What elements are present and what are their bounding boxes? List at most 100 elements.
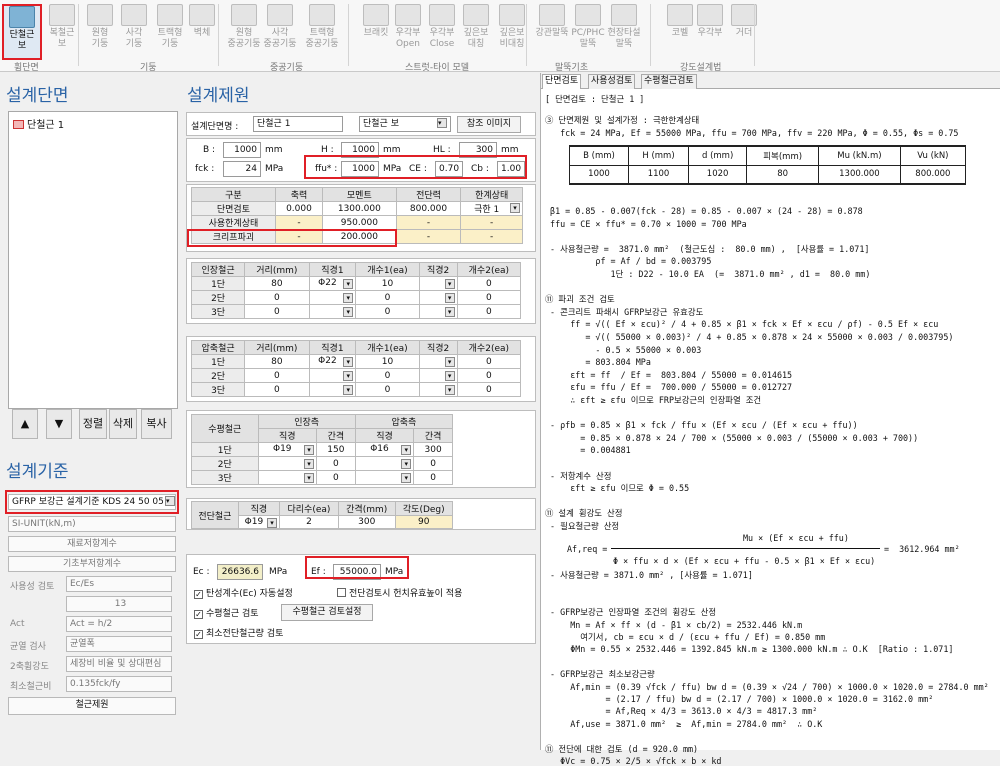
section-name-input[interactable]: 단철근 1 <box>253 116 343 132</box>
grid-cell-input[interactable]: 0 <box>456 304 522 319</box>
diameter-select[interactable]: Φ16 ▾ <box>354 442 415 457</box>
grid-cell-input[interactable]: 10 <box>355 354 420 369</box>
min-shear-checkbox[interactable]: ✓ 최소전단철근량 검토 <box>194 626 283 639</box>
crack-select[interactable]: 균열폭 <box>66 636 172 652</box>
rebar-spec-button[interactable]: 철근제원 <box>8 697 176 715</box>
grid-cell-input[interactable]: - <box>274 215 324 230</box>
grid-cell-input[interactable]: 0 <box>456 382 522 397</box>
grid-cell-input[interactable]: 0 <box>413 456 453 471</box>
diameter-select[interactable]: ▾ <box>257 456 318 471</box>
diameter-select[interactable]: ▾ <box>308 290 357 305</box>
grid-cell-input[interactable]: 800.000 <box>395 201 462 216</box>
grid-cell-input[interactable]: 0 <box>244 290 310 305</box>
diameter-select[interactable]: ▾ <box>354 470 415 485</box>
tab-section-check[interactable]: 단면검토 <box>542 74 582 89</box>
grid-cell-input[interactable]: 0 <box>244 368 310 383</box>
usability-number[interactable]: 13 <box>66 596 172 612</box>
grid-cell-input[interactable]: 0 <box>355 382 420 397</box>
grid-cell: 전단철근 <box>191 501 239 529</box>
b-input[interactable]: 1000 <box>223 142 261 158</box>
copy-button[interactable]: 복사 <box>141 409 172 439</box>
grid-cell-input[interactable]: 0 <box>355 304 420 319</box>
ribbon-button-8[interactable]: 사각 중공기둥 <box>260 4 300 60</box>
diameter-select[interactable]: ▾ <box>308 382 357 397</box>
grid-cell-input[interactable]: 0 <box>316 470 356 485</box>
unit-select[interactable]: SI-UNIT(kN,m) <box>8 516 176 532</box>
grid-cell-input[interactable]: 0 <box>355 368 420 383</box>
grid-cell-input[interactable]: 0.000 <box>274 201 324 216</box>
grid-cell-input[interactable]: 0 <box>456 368 522 383</box>
grid-cell-input[interactable]: 300 <box>413 442 453 457</box>
grid-cell-input[interactable]: 0 <box>413 470 453 485</box>
diameter-select[interactable]: ▾ <box>418 290 458 305</box>
elastic-auto-checkbox[interactable]: ✓ 탄성계수(Ec) 자동설정 <box>194 586 293 599</box>
diameter-select[interactable]: ▾ <box>418 368 458 383</box>
grid-cell-input[interactable]: 300 <box>337 515 396 529</box>
usability-select[interactable]: Ec/Es <box>66 576 172 592</box>
grid-cell-input[interactable]: 950.000 <box>322 215 397 230</box>
grid-cell-input[interactable]: 0 <box>456 276 522 291</box>
tab-horizontal-check[interactable]: 수평철근검토 <box>641 74 697 89</box>
diameter-select[interactable]: ▾ <box>418 276 458 291</box>
tree-item[interactable]: 단철근 1 <box>13 116 64 131</box>
member-type-select[interactable]: 단철근 보 ▾ <box>359 116 451 132</box>
ribbon-button-13[interactable]: 깊은보 대칭 <box>456 4 496 60</box>
delete-button[interactable]: 삭제 <box>109 409 137 439</box>
diameter-select[interactable]: ▾ <box>308 368 357 383</box>
grid-cell-input[interactable]: 0 <box>244 304 310 319</box>
diameter-select[interactable]: ▾ <box>354 456 415 471</box>
grid-cell-input[interactable]: 0 <box>456 354 522 369</box>
ec-input[interactable]: 26636.6 <box>217 564 263 580</box>
sort-button[interactable]: 정렬 <box>79 409 107 439</box>
ribbon-button-6[interactable]: 벽체 <box>182 4 222 60</box>
base-factor-button[interactable]: 기초부저항계수 <box>8 556 176 572</box>
diameter-select[interactable]: Φ22 ▾ <box>308 354 357 369</box>
diameter-select[interactable]: Φ22 ▾ <box>308 276 357 291</box>
ribbon-button-9[interactable]: 트랙형 중공기둥 <box>302 4 342 60</box>
grid-cell-input[interactable]: - <box>395 229 462 244</box>
reference-image-button[interactable]: 참조 이미지 <box>457 116 521 133</box>
grid-cell-input[interactable]: 80 <box>244 354 310 369</box>
ribbon-button-2[interactable]: 복철근 보 <box>42 4 82 60</box>
ribbon-button-4[interactable]: 사각 기둥 <box>114 4 154 60</box>
diameter-select[interactable]: Φ19 ▾ <box>257 442 318 457</box>
grid-cell-input[interactable]: - <box>395 215 462 230</box>
limit-state-select[interactable]: 극한 1 ▾ <box>460 201 523 216</box>
fck-input[interactable]: 24 <box>223 161 261 177</box>
grid-cell-input[interactable]: 0 <box>244 382 310 397</box>
diameter-select[interactable]: ▾ <box>418 304 458 319</box>
biaxial-select[interactable]: 세장비 비율 및 상대편심 <box>66 656 172 672</box>
horizontal-settings-button[interactable]: 수평철근 검토설정 <box>281 604 373 621</box>
horizontal-check-checkbox[interactable]: ✓ 수평철근 검토 <box>194 606 259 619</box>
grid-cell-input[interactable]: 0 <box>355 290 420 305</box>
ribbon-button-16[interactable]: PC/PHC 말뚝 <box>568 4 608 60</box>
member-icon <box>697 4 723 26</box>
grid-cell-input[interactable]: 150 <box>316 442 356 457</box>
move-down-button[interactable]: ▼ <box>46 409 72 439</box>
ribbon-button-15[interactable]: 강관말뚝 <box>532 4 572 60</box>
grid-cell-input[interactable]: - <box>460 215 523 230</box>
move-up-button[interactable]: ▲ <box>12 409 38 439</box>
ribbon-button-7[interactable]: 원형 중공기둥 <box>224 4 264 60</box>
grid-cell-input[interactable]: 1300.000 <box>322 201 397 216</box>
tab-usability-check[interactable]: 사용성검토 <box>588 74 636 89</box>
diameter-select[interactable]: Φ19 ▾ <box>237 515 281 529</box>
grid-cell-input[interactable]: 0 <box>456 290 522 305</box>
section-tree[interactable]: 단철근 1 <box>8 111 178 409</box>
act-select[interactable]: Act = h/2 <box>66 616 172 632</box>
grid-cell-input[interactable]: 90 <box>394 515 454 529</box>
min-ratio-select[interactable]: 0.135fck/fy <box>66 676 172 692</box>
grid-cell-input[interactable]: 2 <box>279 515 339 529</box>
grid-cell-input[interactable]: 0 <box>316 456 356 471</box>
grid-cell-input[interactable]: - <box>460 229 523 244</box>
diameter-select[interactable]: ▾ <box>418 354 458 369</box>
diameter-select[interactable]: ▾ <box>418 382 458 397</box>
ribbon-button-20[interactable]: 거더 <box>724 4 764 60</box>
material-factor-button[interactable]: 재료저항계수 <box>8 536 176 552</box>
ribbon-button-17[interactable]: 현장타설 말뚝 <box>604 4 644 60</box>
diameter-select[interactable]: ▾ <box>257 470 318 485</box>
grid-cell-input[interactable]: 80 <box>244 276 310 291</box>
grid-cell-input[interactable]: 10 <box>355 276 420 291</box>
haunch-checkbox[interactable]: 전단검토시 헌치유효높이 적용 <box>337 586 462 599</box>
diameter-select[interactable]: ▾ <box>308 304 357 319</box>
